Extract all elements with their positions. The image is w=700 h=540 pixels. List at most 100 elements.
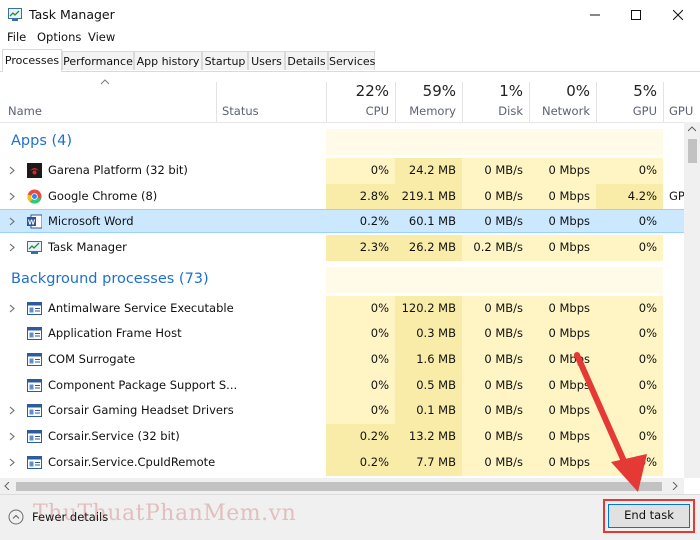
disk-cell: 0 MB/s: [462, 424, 529, 450]
network-cell: 0 Mbps: [529, 296, 596, 322]
tab-users[interactable]: Users: [248, 51, 285, 70]
gpu-value: 0%: [638, 352, 657, 366]
service-icon: [27, 353, 42, 366]
end-task-button[interactable]: End task: [608, 504, 690, 528]
network-cell: 0 Mbps: [529, 347, 596, 373]
minimize-button[interactable]: [573, 0, 617, 30]
disk-value: 0.2 MB/s: [473, 240, 523, 254]
process-row[interactable]: 0% 24.2 MB 0 MB/s 0 Mbps 0% Garena Platform (…: [0, 158, 684, 184]
cpu-value: 0.2%: [359, 214, 389, 228]
tab-details[interactable]: Details: [285, 51, 328, 70]
tab-services[interactable]: Services: [328, 51, 375, 70]
gpu-cell: 4.2%: [596, 184, 663, 210]
gpu-value: 0%: [638, 455, 657, 469]
close-button[interactable]: [656, 0, 700, 30]
disk-value: 0 MB/s: [484, 378, 523, 392]
memory-cell: 0.3 MB: [395, 321, 462, 347]
disk-cell: 0 MB/s: [462, 398, 529, 424]
process-row[interactable]: 0% 0.5 MB 0 MB/s 0 Mbps 0% Component Package …: [0, 373, 684, 399]
tab-startup[interactable]: Startup: [202, 51, 248, 70]
disk-cell: 0 MB/s: [462, 209, 529, 235]
network-value: 0 Mbps: [548, 429, 591, 443]
memory-value: 0.1 MB: [416, 403, 456, 417]
scroll-up-icon[interactable]: [688, 126, 696, 132]
memory-value: 13.2 MB: [408, 429, 456, 443]
gpu-cell: [596, 267, 663, 293]
expand-chevron-icon[interactable]: [9, 243, 15, 252]
cpu-cell: 0.2%: [326, 424, 395, 450]
gpu-engine-value: GP: [669, 189, 684, 203]
tab-app-history[interactable]: App history: [134, 51, 202, 70]
process-name: Component Package Support S...: [48, 378, 238, 392]
menu-options[interactable]: Options: [37, 30, 81, 44]
vertical-scrollbar[interactable]: [684, 122, 700, 478]
task-manager-icon: [27, 241, 42, 254]
process-name: COM Surrogate: [48, 352, 136, 366]
network-value: 0 Mbps: [548, 214, 591, 228]
expand-chevron-icon[interactable]: [9, 166, 15, 175]
cpu-cell: 0%: [326, 373, 395, 399]
memory-cell: 26.2 MB: [395, 235, 462, 261]
header-network[interactable]: 0% Network: [529, 72, 596, 122]
process-row[interactable]: 0.2% 13.2 MB 0 MB/s 0 Mbps 0% Corsair.Service…: [0, 424, 684, 450]
process-row[interactable]: 2.3% 26.2 MB 0.2 MB/s 0 Mbps 0% Task Manager: [0, 235, 684, 261]
menu-view[interactable]: View: [88, 30, 115, 44]
cpu-value: 0%: [370, 352, 389, 366]
scroll-right-icon[interactable]: [672, 482, 678, 490]
disk-cell: 0 MB/s: [462, 296, 529, 322]
expand-chevron-icon[interactable]: [9, 458, 15, 467]
process-row[interactable]: 0.2% 7.7 MB 0 MB/s 0 Mbps 0% Corsair.Service.…: [0, 450, 684, 476]
header-gpu[interactable]: 5% GPU: [596, 72, 663, 122]
header-disk[interactable]: 1% Disk: [462, 72, 529, 122]
network-cell: [529, 129, 596, 155]
network-cell: 0 Mbps: [529, 373, 596, 399]
expand-chevron-icon[interactable]: [9, 192, 15, 201]
expand-chevron-icon[interactable]: [9, 217, 15, 226]
memory-cell: 60.1 MB: [395, 209, 462, 235]
footer: Fewer details ThuThuatPhanMem.vn End tas…: [0, 494, 700, 540]
expand-chevron-icon[interactable]: [9, 406, 15, 415]
horizontal-scrollbar[interactable]: [0, 478, 684, 494]
vertical-scroll-thumb[interactable]: [688, 139, 697, 163]
header-network-label: Network: [541, 104, 590, 118]
horizontal-scroll-thumb[interactable]: [16, 482, 662, 491]
gpu-value: 0%: [638, 214, 657, 228]
fewer-details-icon[interactable]: [8, 509, 24, 525]
tab-performance[interactable]: Performance: [62, 51, 134, 70]
process-row[interactable]: 0% 1.6 MB 0 MB/s 0 Mbps 0% COM Surrogate: [0, 347, 684, 373]
expand-chevron-icon[interactable]: [9, 432, 15, 441]
memory-value: 60.1 MB: [408, 214, 456, 228]
disk-cell: 0 MB/s: [462, 158, 529, 184]
memory-value: 7.7 MB: [416, 455, 456, 469]
expand-chevron-icon[interactable]: [9, 304, 15, 313]
disk-value: 0 MB/s: [484, 214, 523, 228]
network-value: 0 Mbps: [548, 403, 591, 417]
process-row[interactable]: 0% 0.3 MB 0 MB/s 0 Mbps 0% Application Frame …: [0, 321, 684, 347]
gpu-cell: 0%: [596, 398, 663, 424]
process-row[interactable]: 2.8% 219.1 MB 0 MB/s 0 Mbps 4.2% GP Google Chr…: [0, 184, 684, 210]
header-memory-label: Memory: [409, 104, 456, 118]
disk-cell: 0.2 MB/s: [462, 235, 529, 261]
menu-file[interactable]: File: [7, 30, 26, 44]
network-cell: 0 Mbps: [529, 450, 596, 476]
menu-bar: File Options View: [0, 29, 700, 47]
network-cell: 0 Mbps: [529, 184, 596, 210]
cpu-cell: 0%: [326, 398, 395, 424]
header-name[interactable]: Name: [8, 104, 42, 118]
header-cpu[interactable]: 22% CPU: [326, 72, 395, 122]
network-cell: 0 Mbps: [529, 321, 596, 347]
column-divider[interactable]: [216, 82, 217, 122]
tab-processes[interactable]: Processes: [2, 49, 62, 72]
service-icon: [27, 404, 42, 417]
header-gpu-engine[interactable]: GPU e: [663, 72, 700, 122]
process-row[interactable]: 0.2% 60.1 MB 0 MB/s 0 Mbps 0% W Microsoft Word: [0, 209, 684, 235]
process-row[interactable]: 0% 0.1 MB 0 MB/s 0 Mbps 0% Corsair Gaming Hea…: [0, 398, 684, 424]
scroll-left-icon[interactable]: [4, 482, 10, 490]
process-row[interactable]: 0% 120.2 MB 0 MB/s 0 Mbps 0% Antimalware Serv…: [0, 296, 684, 322]
tab-bar: Processes Performance App history Startu…: [0, 49, 700, 72]
network-value: 0 Mbps: [548, 378, 591, 392]
network-cell: 0 Mbps: [529, 158, 596, 184]
maximize-button[interactable]: [614, 0, 658, 30]
header-memory[interactable]: 59% Memory: [395, 72, 462, 122]
header-status[interactable]: Status: [222, 104, 259, 118]
